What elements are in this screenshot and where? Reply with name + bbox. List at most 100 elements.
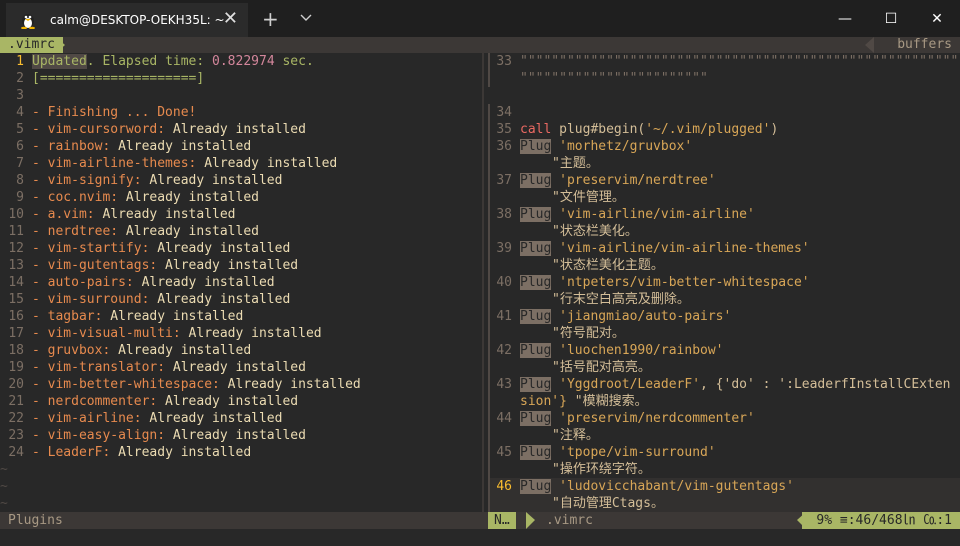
split-bar — [482, 53, 484, 512]
line-number: 24 — [8, 445, 24, 460]
plug-keyword: Plug — [520, 241, 552, 256]
line-number: 44 — [496, 411, 512, 426]
tabline-file[interactable]: .vimrc — [0, 37, 63, 53]
fold-bar — [488, 325, 490, 342]
plug-line: 37 Plug 'preservim/nerdtree' — [488, 172, 960, 189]
list-dash: - — [32, 275, 48, 290]
plugin-status: Already installed — [165, 360, 306, 375]
cursor-position: 9% ≡:46/468㏑ ㏇:1 — [802, 512, 960, 529]
line-number: 20 — [8, 377, 24, 392]
line-number: 1 — [16, 54, 24, 69]
plug-comment: "状态栏美化主题。 — [552, 258, 664, 273]
list-dash: - — [32, 156, 48, 171]
plug-keyword: Plug — [520, 377, 552, 392]
line-number: 46 — [496, 479, 512, 494]
plug-comment: "行末空白高亮及删除。 — [552, 292, 690, 307]
maximize-icon: ☐ — [884, 10, 898, 27]
plugin-status: Already installed — [149, 292, 291, 307]
plug-line: 41 Plug 'jiangmiao/auto-pairs' — [488, 308, 960, 325]
list-dash: - — [32, 122, 48, 137]
list-dash: - — [32, 394, 48, 409]
plug-line: 44 Plug 'preservim/nerdcommenter' — [488, 410, 960, 427]
call-string: '~/.vim/plugged' — [645, 122, 771, 137]
tabline-separator — [56, 37, 65, 53]
plugin-line: 5- vim-cursorword: Already installed — [0, 121, 482, 138]
line-number: 21 — [8, 394, 24, 409]
plugin-name: vim-startify: — [47, 241, 150, 256]
plug-statement: Plug 'jiangmiao/auto-pairs' — [520, 308, 731, 325]
line-number: 33 — [496, 54, 512, 69]
fold-bar — [488, 223, 490, 240]
minimize-button[interactable]: — — [822, 0, 868, 37]
plugin-line: 23- vim-easy-align: Already installed — [0, 427, 482, 444]
plug-repo: 'preservim/nerdcommenter' — [551, 411, 755, 426]
plug-comment-line: "符号配对。 — [488, 325, 960, 342]
list-dash: - — [32, 360, 48, 375]
plugin-name: vim-surround: — [47, 292, 150, 307]
vimrc-window[interactable]: 33 """"""""""""""""""""""""""""""""""""""… — [488, 53, 960, 512]
close-tab-icon[interactable]: ✕ — [223, 8, 238, 29]
new-tab-button[interactable]: + — [262, 7, 279, 31]
maximize-button[interactable]: ☐ — [868, 0, 914, 37]
line-number: 6 — [16, 139, 24, 154]
plug-keyword: Plug — [520, 411, 552, 426]
updated-word: Updated — [32, 54, 87, 69]
plug-comment: "模糊搜索。 — [566, 394, 648, 409]
line-number: 3 — [16, 88, 24, 103]
fold-bar — [488, 393, 490, 410]
plugin-name: vim-airline: — [47, 411, 142, 426]
list-dash: - — [32, 173, 48, 188]
plug-line: 36 Plug 'morhetz/gruvbox' — [488, 138, 960, 155]
line-35: 35 call plug#begin('~/.vim/plugged') — [488, 121, 960, 138]
plugin-name: vim-translator: — [47, 360, 166, 375]
plugin-line: 20- vim-better-whitespace: Already insta… — [0, 376, 482, 393]
elapsed-time: 0.822974 — [212, 54, 275, 69]
line-43-wrap: sion'} "模糊搜索。 — [488, 393, 960, 410]
list-dash: - — [32, 207, 48, 222]
line-1: 1 Updated. Elapsed time: 0.822974 sec. — [0, 53, 482, 70]
plugin-name: coc.nvim: — [47, 190, 119, 205]
tilde-line: ~ — [0, 461, 482, 478]
plugin-status: Already installed — [196, 156, 338, 171]
close-window-button[interactable]: ✕ — [914, 0, 960, 37]
plug-comment: "文件管理。 — [552, 190, 625, 205]
chevron-down-icon[interactable] — [298, 10, 314, 26]
line-46-wrap: "自动管理Ctags。 — [488, 495, 960, 512]
plugin-line: 22- vim-airline: Already installed — [0, 410, 482, 427]
line-number: 37 — [496, 173, 512, 188]
statusline: Plugins N… .vimrc 9% ≡:46/468㏑ ㏇:1 — [0, 512, 960, 529]
tilde-marker: ~ — [0, 462, 8, 477]
plugin-status: Already installed — [180, 326, 322, 341]
terminal-tab[interactable]: calm@DESKTOP-OEKH35L: ~ ✕ — [6, 3, 248, 37]
plug-comment: "操作环绕字符。 — [552, 462, 651, 477]
tabline-buffers[interactable]: buffers — [889, 37, 960, 53]
line-number: 4 — [16, 105, 24, 120]
line-43: 43 Plug 'Yggdroot/LeaderF', {'do' : ':Lea… — [488, 376, 960, 393]
plugin-status: Already installed — [110, 343, 252, 358]
plugin-line: 19- vim-translator: Already installed — [0, 359, 482, 376]
list-dash: - — [32, 241, 48, 256]
plugin-line: 18- gruvbox: Already installed — [0, 342, 482, 359]
plugin-name: vim-visual-multi: — [47, 326, 181, 341]
plugin-status: Already installed — [219, 377, 361, 392]
line-number: 12 — [8, 241, 24, 256]
tabline-buffers-separator — [865, 37, 874, 53]
command-line[interactable] — [0, 529, 960, 546]
list-dash: - — [32, 326, 48, 341]
plugin-status: Already installed — [157, 258, 299, 273]
line-number: 34 — [496, 105, 512, 120]
line-number: 43 — [496, 377, 512, 392]
list-dash: - — [32, 224, 48, 239]
plugin-name: tagbar: — [47, 309, 103, 324]
plug-comment: "符号配对。 — [552, 326, 625, 341]
plug-keyword: Plug — [520, 479, 552, 494]
plugin-update-window[interactable]: 1 Updated. Elapsed time: 0.822974 sec. 2 [… — [0, 53, 482, 512]
plug-repo: 'Yggdroot/LeaderF' — [551, 377, 701, 392]
plugin-line: 21- nerdcommenter: Already installed — [0, 393, 482, 410]
comment-quotes: """"""""""""""""""""""""""""""""""""""""… — [520, 54, 960, 69]
close-icon: ✕ — [931, 10, 943, 27]
tab-title: calm@DESKTOP-OEKH35L: ~ — [50, 13, 225, 27]
plug-line: 42 Plug 'luochen1990/rainbow' — [488, 342, 960, 359]
plugin-name: vim-cursorword: — [47, 122, 166, 137]
plug-repo: 'tpope/vim-surround' — [551, 445, 716, 460]
